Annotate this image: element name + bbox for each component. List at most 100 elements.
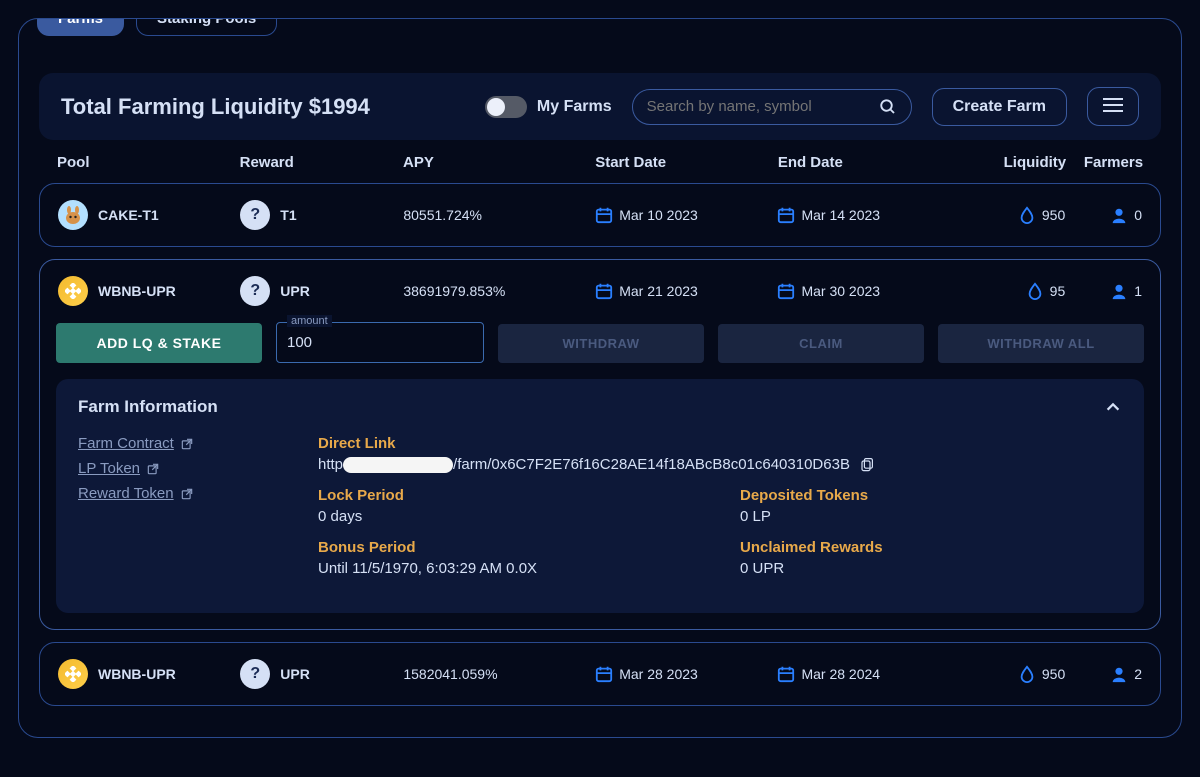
direct-link-label: Direct Link xyxy=(318,435,1122,452)
calendar-icon xyxy=(777,282,795,300)
deposited-label: Deposited Tokens xyxy=(740,487,1122,504)
withdraw-button[interactable]: WITHDRAW xyxy=(498,324,704,363)
farm-info-header[interactable]: Farm Information xyxy=(78,397,1122,417)
start-date: Mar 21 2023 xyxy=(619,283,698,299)
start-date: Mar 28 2023 xyxy=(619,666,698,682)
farm-row-header[interactable]: WBNB-UPR ? UPR 38691979.853% Mar 21 2023… xyxy=(40,260,1160,322)
token-icon-wbnb xyxy=(58,659,88,689)
amount-input[interactable] xyxy=(277,323,483,362)
direct-link-value: http/farm/0x6C7F2E76f16C28AE14f18ABcB8c0… xyxy=(318,456,850,473)
farmers-value: 0 xyxy=(1134,207,1142,223)
farmers-icon xyxy=(1110,665,1128,683)
liquidity-value: 950 xyxy=(1042,207,1065,223)
unclaimed-label: Unclaimed Rewards xyxy=(740,539,1122,556)
col-farmers: Farmers xyxy=(1066,154,1143,171)
farm-contract-link[interactable]: Farm Contract xyxy=(78,435,278,452)
page-tabs: Farms Staking Pools xyxy=(37,18,289,36)
col-end: End Date xyxy=(778,154,961,171)
apy-value: 1582041.059% xyxy=(403,666,595,682)
col-reward: Reward xyxy=(240,154,403,171)
my-farms-toggle[interactable] xyxy=(485,96,527,118)
menu-button[interactable] xyxy=(1087,87,1139,126)
lock-period-label: Lock Period xyxy=(318,487,700,504)
claim-button[interactable]: CLAIM xyxy=(718,324,924,363)
deposited-value: 0 LP xyxy=(740,508,1122,525)
liquidity-icon xyxy=(1018,206,1036,224)
pool-name: WBNB-UPR xyxy=(98,283,176,299)
farmers-value: 2 xyxy=(1134,666,1142,682)
calendar-icon xyxy=(595,282,613,300)
farm-row: CAKE-T1 ? T1 80551.724% Mar 10 2023 Mar … xyxy=(39,183,1161,247)
bonus-period-label: Bonus Period xyxy=(318,539,700,556)
calendar-icon xyxy=(595,206,613,224)
liquidity-icon xyxy=(1026,282,1044,300)
calendar-icon xyxy=(777,206,795,224)
start-date: Mar 10 2023 xyxy=(619,207,698,223)
liquidity-value: 95 xyxy=(1050,283,1066,299)
bonus-period-value: Until 11/5/1970, 6:03:29 AM 0.0X xyxy=(318,560,700,577)
create-farm-button[interactable]: Create Farm xyxy=(932,88,1067,126)
end-date: Mar 14 2023 xyxy=(801,207,880,223)
external-link-icon xyxy=(180,487,194,501)
farmers-icon xyxy=(1110,206,1128,224)
search-box[interactable] xyxy=(632,89,912,125)
token-icon-unknown: ? xyxy=(240,200,270,230)
farm-info-body: Farm Contract LP Token Reward Token Dire… xyxy=(78,435,1122,591)
search-icon xyxy=(879,98,897,116)
apy-value: 80551.724% xyxy=(403,207,595,223)
end-date: Mar 28 2024 xyxy=(801,666,880,682)
redacted-host xyxy=(343,457,453,473)
col-apy: APY xyxy=(403,154,595,171)
chevron-up-icon xyxy=(1104,398,1122,416)
lp-token-link[interactable]: LP Token xyxy=(78,460,278,477)
column-headers: Pool Reward APY Start Date End Date Liqu… xyxy=(19,154,1181,171)
pool-name: WBNB-UPR xyxy=(98,666,176,682)
col-pool: Pool xyxy=(57,154,240,171)
end-date: Mar 30 2023 xyxy=(801,283,880,299)
total-liquidity-label: Total Farming Liquidity xyxy=(61,94,303,119)
withdraw-all-button[interactable]: WITHDRAW ALL xyxy=(938,324,1144,363)
lock-period-value: 0 days xyxy=(318,508,700,525)
reward-name: UPR xyxy=(280,666,310,682)
search-input[interactable] xyxy=(647,98,879,115)
liquidity-value: 950 xyxy=(1042,666,1065,682)
col-start: Start Date xyxy=(595,154,778,171)
farm-row: WBNB-UPR ? UPR 1582041.059% Mar 28 2023 … xyxy=(39,642,1161,706)
external-link-icon xyxy=(180,437,194,451)
hamburger-icon xyxy=(1102,97,1124,113)
my-farms-toggle-wrap: My Farms xyxy=(485,96,612,118)
filter-bar: Total Farming Liquidity $1994 My Farms C… xyxy=(39,73,1161,140)
add-lq-stake-button[interactable]: ADD LQ & STAKE xyxy=(56,323,262,363)
action-bar: ADD LQ & STAKE amount WITHDRAW CLAIM WIT… xyxy=(40,322,1160,379)
farm-row-header[interactable]: CAKE-T1 ? T1 80551.724% Mar 10 2023 Mar … xyxy=(40,184,1160,246)
farm-info-panel: Farm Information Farm Contract LP Token … xyxy=(56,379,1144,613)
token-icon-cake xyxy=(58,200,88,230)
token-icon-unknown: ? xyxy=(240,659,270,689)
reward-name: T1 xyxy=(280,207,296,223)
amount-field[interactable]: amount xyxy=(276,322,484,363)
pool-name: CAKE-T1 xyxy=(98,207,159,223)
main-frame: Farms Staking Pools Total Farming Liquid… xyxy=(18,18,1182,738)
token-icon-wbnb xyxy=(58,276,88,306)
farmers-value: 1 xyxy=(1134,283,1142,299)
total-liquidity-value: $1994 xyxy=(309,94,370,119)
liquidity-icon xyxy=(1018,665,1036,683)
reward-name: UPR xyxy=(280,283,310,299)
tab-farms[interactable]: Farms xyxy=(37,18,124,36)
external-link-icon xyxy=(146,462,160,476)
calendar-icon xyxy=(777,665,795,683)
apy-value: 38691979.853% xyxy=(403,283,595,299)
total-liquidity: Total Farming Liquidity $1994 xyxy=(61,94,370,120)
farm-row-header[interactable]: WBNB-UPR ? UPR 1582041.059% Mar 28 2023 … xyxy=(40,643,1160,705)
farm-info-title: Farm Information xyxy=(78,397,218,417)
col-liquidity: Liquidity xyxy=(960,154,1066,171)
token-icon-unknown: ? xyxy=(240,276,270,306)
copy-icon[interactable] xyxy=(858,457,874,473)
farm-row: WBNB-UPR ? UPR 38691979.853% Mar 21 2023… xyxy=(39,259,1161,630)
reward-token-link[interactable]: Reward Token xyxy=(78,485,278,502)
amount-label: amount xyxy=(287,315,332,327)
tab-staking-pools[interactable]: Staking Pools xyxy=(136,18,277,36)
my-farms-label: My Farms xyxy=(537,98,612,116)
farmers-icon xyxy=(1110,282,1128,300)
calendar-icon xyxy=(595,665,613,683)
